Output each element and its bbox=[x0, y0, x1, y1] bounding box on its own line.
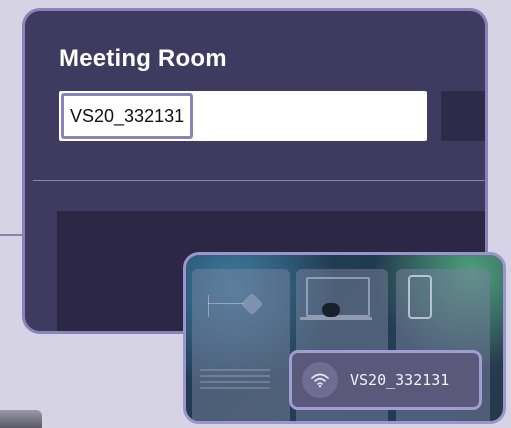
card-text-lines bbox=[200, 369, 270, 393]
device-edge bbox=[0, 410, 42, 428]
room-name-field[interactable]: VS20_332131 bbox=[59, 91, 427, 141]
phone-icon bbox=[408, 275, 432, 319]
divider bbox=[33, 180, 485, 181]
cable-graphic-line bbox=[208, 303, 244, 304]
laptop-base bbox=[300, 317, 372, 320]
wifi-network-name: VS20_332131 bbox=[350, 371, 450, 389]
camera-icon bbox=[322, 303, 340, 317]
preview-card-cable bbox=[192, 269, 290, 421]
wifi-network-badge: VS20_332131 bbox=[289, 350, 482, 410]
room-name-value[interactable]: VS20_332131 bbox=[61, 93, 194, 139]
panel-title: Meeting Room bbox=[59, 45, 227, 72]
wifi-icon bbox=[302, 362, 338, 398]
display-preview: VS20_332131 bbox=[183, 252, 506, 424]
hdmi-connector-icon bbox=[240, 292, 264, 316]
room-name-action-button[interactable] bbox=[441, 91, 485, 141]
cable-graphic bbox=[208, 295, 209, 317]
